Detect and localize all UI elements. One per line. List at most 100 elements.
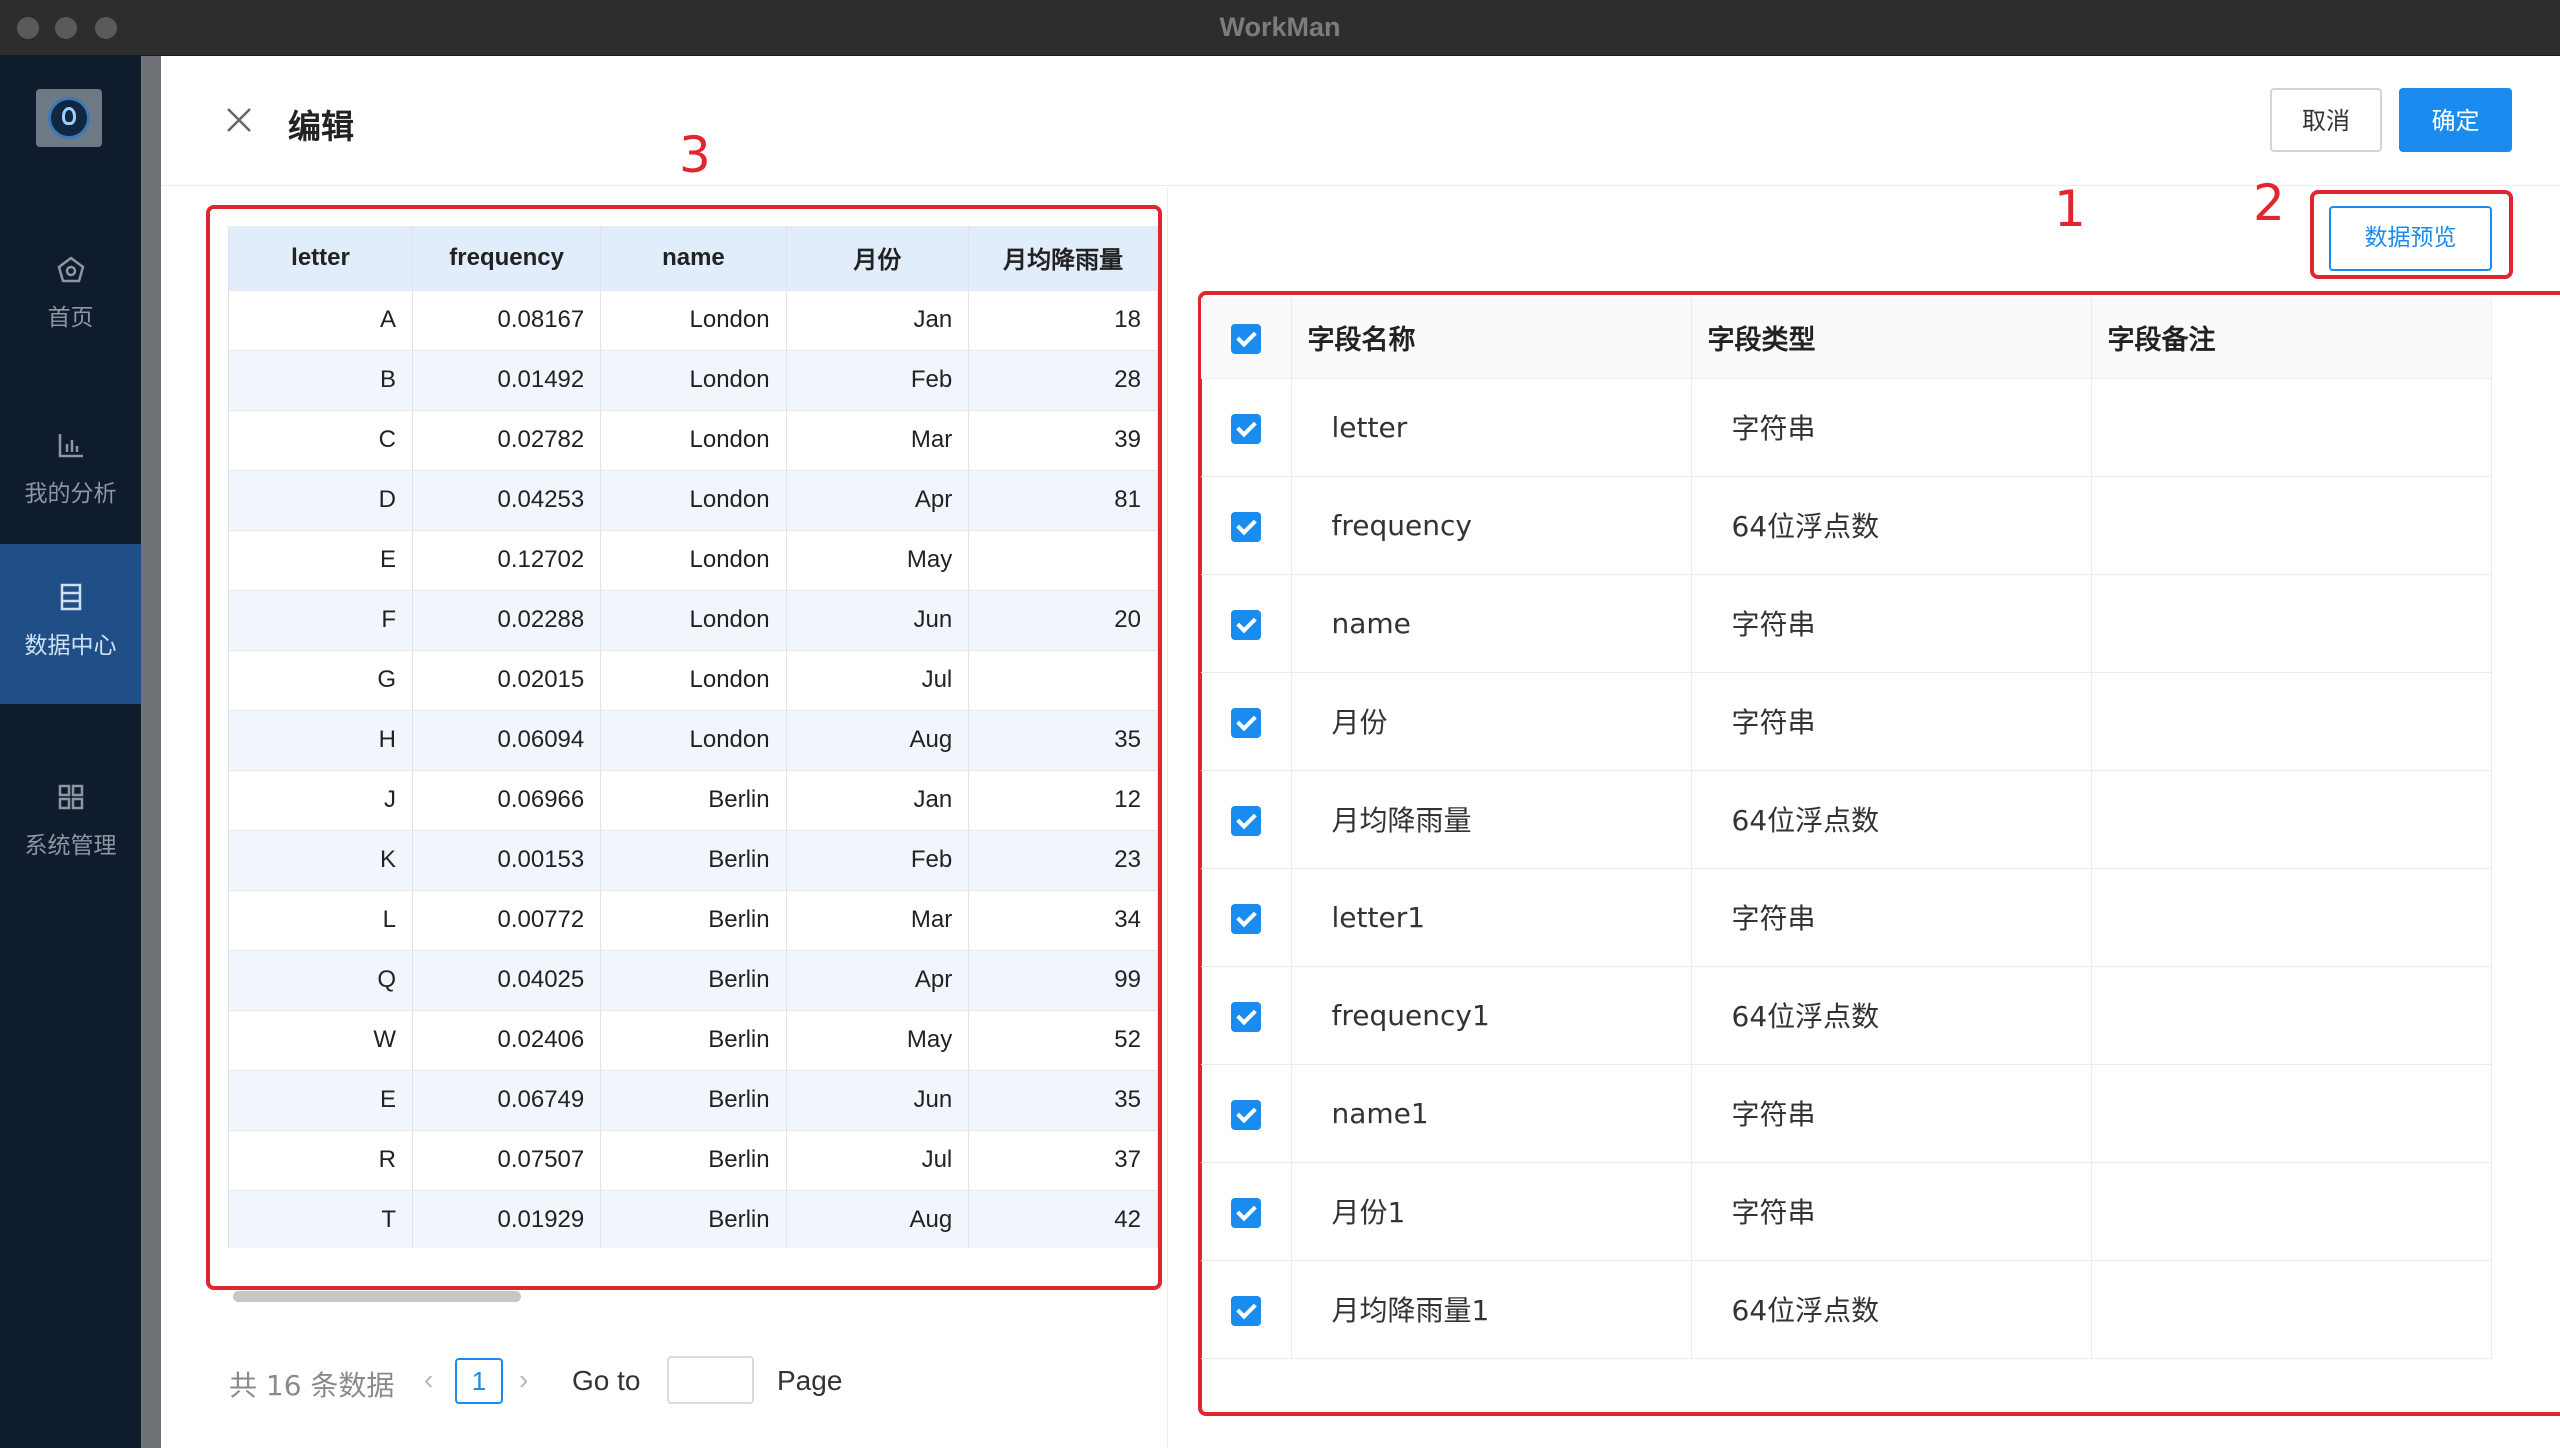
table-cell: 39 [968, 410, 1158, 471]
field-checkbox-cell [1201, 966, 1292, 1065]
field-name: name1 [1291, 1064, 1692, 1163]
pagination-goto-label: Go to [572, 1365, 641, 1396]
table-cell: Jan [786, 290, 970, 351]
table-row: T 0.01929 Berlin Aug 42 [229, 1190, 1158, 1248]
sidebar-item-system[interactable]: 系统管理 [0, 744, 141, 904]
table-cell: Jan [786, 770, 970, 831]
sidebar-item-home[interactable]: 首页 [0, 216, 141, 376]
table-cell: 0.00153 [412, 830, 602, 891]
table-cell: London [600, 710, 787, 771]
table-cell: L [229, 890, 413, 951]
field-checkbox[interactable] [1230, 1001, 1261, 1032]
field-row: 月均降雨量 64位浮点数 [1201, 770, 2492, 869]
confirm-button[interactable]: 确定 [2399, 88, 2512, 152]
page-title: 编辑 [288, 107, 354, 146]
field-note[interactable] [2091, 1064, 2492, 1163]
window-title: WorkMan [1219, 12, 1341, 42]
table-cell: London [600, 650, 787, 711]
grid-icon [56, 782, 86, 812]
table-cell: Aug [786, 710, 970, 771]
table-cell: E [229, 1070, 413, 1131]
field-type: 64位浮点数 [1691, 966, 2092, 1065]
table-row: C 0.02782 London Mar 39 [229, 410, 1158, 471]
field-note[interactable] [2091, 672, 2492, 771]
pagination-page-1[interactable]: 1 [455, 1358, 503, 1404]
field-checkbox[interactable] [1230, 1099, 1261, 1130]
chevron-left-icon[interactable]: ‹ [424, 1364, 433, 1396]
field-checkbox[interactable] [1230, 413, 1261, 444]
table-cell: London [600, 410, 787, 471]
bar-chart-icon [56, 430, 86, 460]
field-note[interactable] [2091, 868, 2492, 967]
field-note[interactable] [2091, 574, 2492, 673]
close-icon[interactable] [223, 104, 255, 136]
data-preview-table[interactable]: letter frequency name 月份 月均降雨量 A 0.08167 Londo… [228, 226, 1158, 1248]
field-header-row: 字段名称 字段类型 字段备注 [1201, 298, 2492, 379]
select-all-checkbox[interactable] [1230, 323, 1261, 354]
preview-column-header: frequency [412, 226, 602, 291]
pagination-goto-input[interactable] [667, 1356, 754, 1404]
table-cell: Feb [786, 350, 970, 411]
field-checkbox-cell [1201, 1064, 1292, 1163]
chevron-right-icon[interactable]: › [519, 1364, 528, 1396]
field-note[interactable] [2091, 476, 2492, 575]
annotation-number-1: 1 [2054, 180, 2086, 238]
sidebar-divider [141, 56, 161, 1448]
field-name: frequency1 [1291, 966, 1692, 1065]
field-checkbox[interactable] [1230, 609, 1261, 640]
sidebar-item-analysis[interactable]: 我的分析 [0, 392, 141, 552]
table-row: A 0.08167 London Jan 18 [229, 290, 1158, 351]
table-cell: J [229, 770, 413, 831]
table-cell: 0.06749 [412, 1070, 602, 1131]
table-cell: London [600, 350, 787, 411]
field-checkbox[interactable] [1230, 707, 1261, 738]
table-cell: Feb [786, 830, 970, 891]
table-cell: 0.01492 [412, 350, 602, 411]
field-checkbox[interactable] [1230, 903, 1261, 934]
table-cell: 99 [968, 950, 1158, 1011]
sidebar-item-label: 系统管理 [24, 833, 117, 859]
table-cell: 23 [968, 830, 1158, 891]
table-cell: 0.04025 [412, 950, 602, 1011]
field-name: letter [1291, 378, 1692, 477]
field-row: frequency1 64位浮点数 [1201, 966, 2492, 1065]
table-cell: 0.00772 [412, 890, 602, 951]
table-cell: G [229, 650, 413, 711]
field-table-container: 字段名称 字段类型 字段备注 letter 字符串 frequency 64位浮点数 n… [1201, 298, 2501, 1398]
field-type: 字符串 [1691, 574, 2092, 673]
table-cell: London [600, 290, 787, 351]
edit-header: 编辑 取消 确定 [161, 56, 2560, 186]
sidebar: 首页 我的分析 数据中心 系统管理 [0, 56, 141, 1448]
table-row: D 0.04253 London Apr 81 [229, 470, 1158, 531]
table-cell: 0.06094 [412, 710, 602, 771]
field-note[interactable] [2091, 770, 2492, 869]
table-cell: Jun [786, 590, 970, 651]
field-note[interactable] [2091, 1162, 2492, 1261]
field-checkbox[interactable] [1230, 1295, 1261, 1326]
table-cell: 81 [968, 470, 1158, 531]
table-row: G 0.02015 London Jul [229, 650, 1158, 711]
table-cell: 35 [968, 1070, 1158, 1131]
field-note[interactable] [2091, 378, 2492, 477]
table-cell: C [229, 410, 413, 471]
field-checkbox[interactable] [1230, 805, 1261, 836]
field-checkbox[interactable] [1230, 1197, 1261, 1228]
table-cell: 37 [968, 1130, 1158, 1191]
field-checkbox[interactable] [1230, 511, 1261, 542]
field-type: 64位浮点数 [1691, 1260, 2092, 1359]
cancel-button[interactable]: 取消 [2270, 88, 2382, 152]
field-checkbox-cell [1201, 1260, 1292, 1359]
data-preview-button[interactable]: 数据预览 [2329, 206, 2492, 271]
horizontal-scrollbar[interactable] [233, 1291, 521, 1302]
field-note[interactable] [2091, 1260, 2492, 1359]
table-cell: London [600, 590, 787, 651]
table-cell: 42 [968, 1190, 1158, 1248]
table-cell [968, 650, 1158, 711]
field-name: frequency [1291, 476, 1692, 575]
database-icon [56, 582, 86, 612]
field-checkbox-cell [1201, 672, 1292, 771]
sidebar-item-data-center[interactable]: 数据中心 [0, 544, 141, 704]
app-logo[interactable] [36, 89, 102, 147]
field-note[interactable] [2091, 966, 2492, 1065]
field-name: letter1 [1291, 868, 1692, 967]
